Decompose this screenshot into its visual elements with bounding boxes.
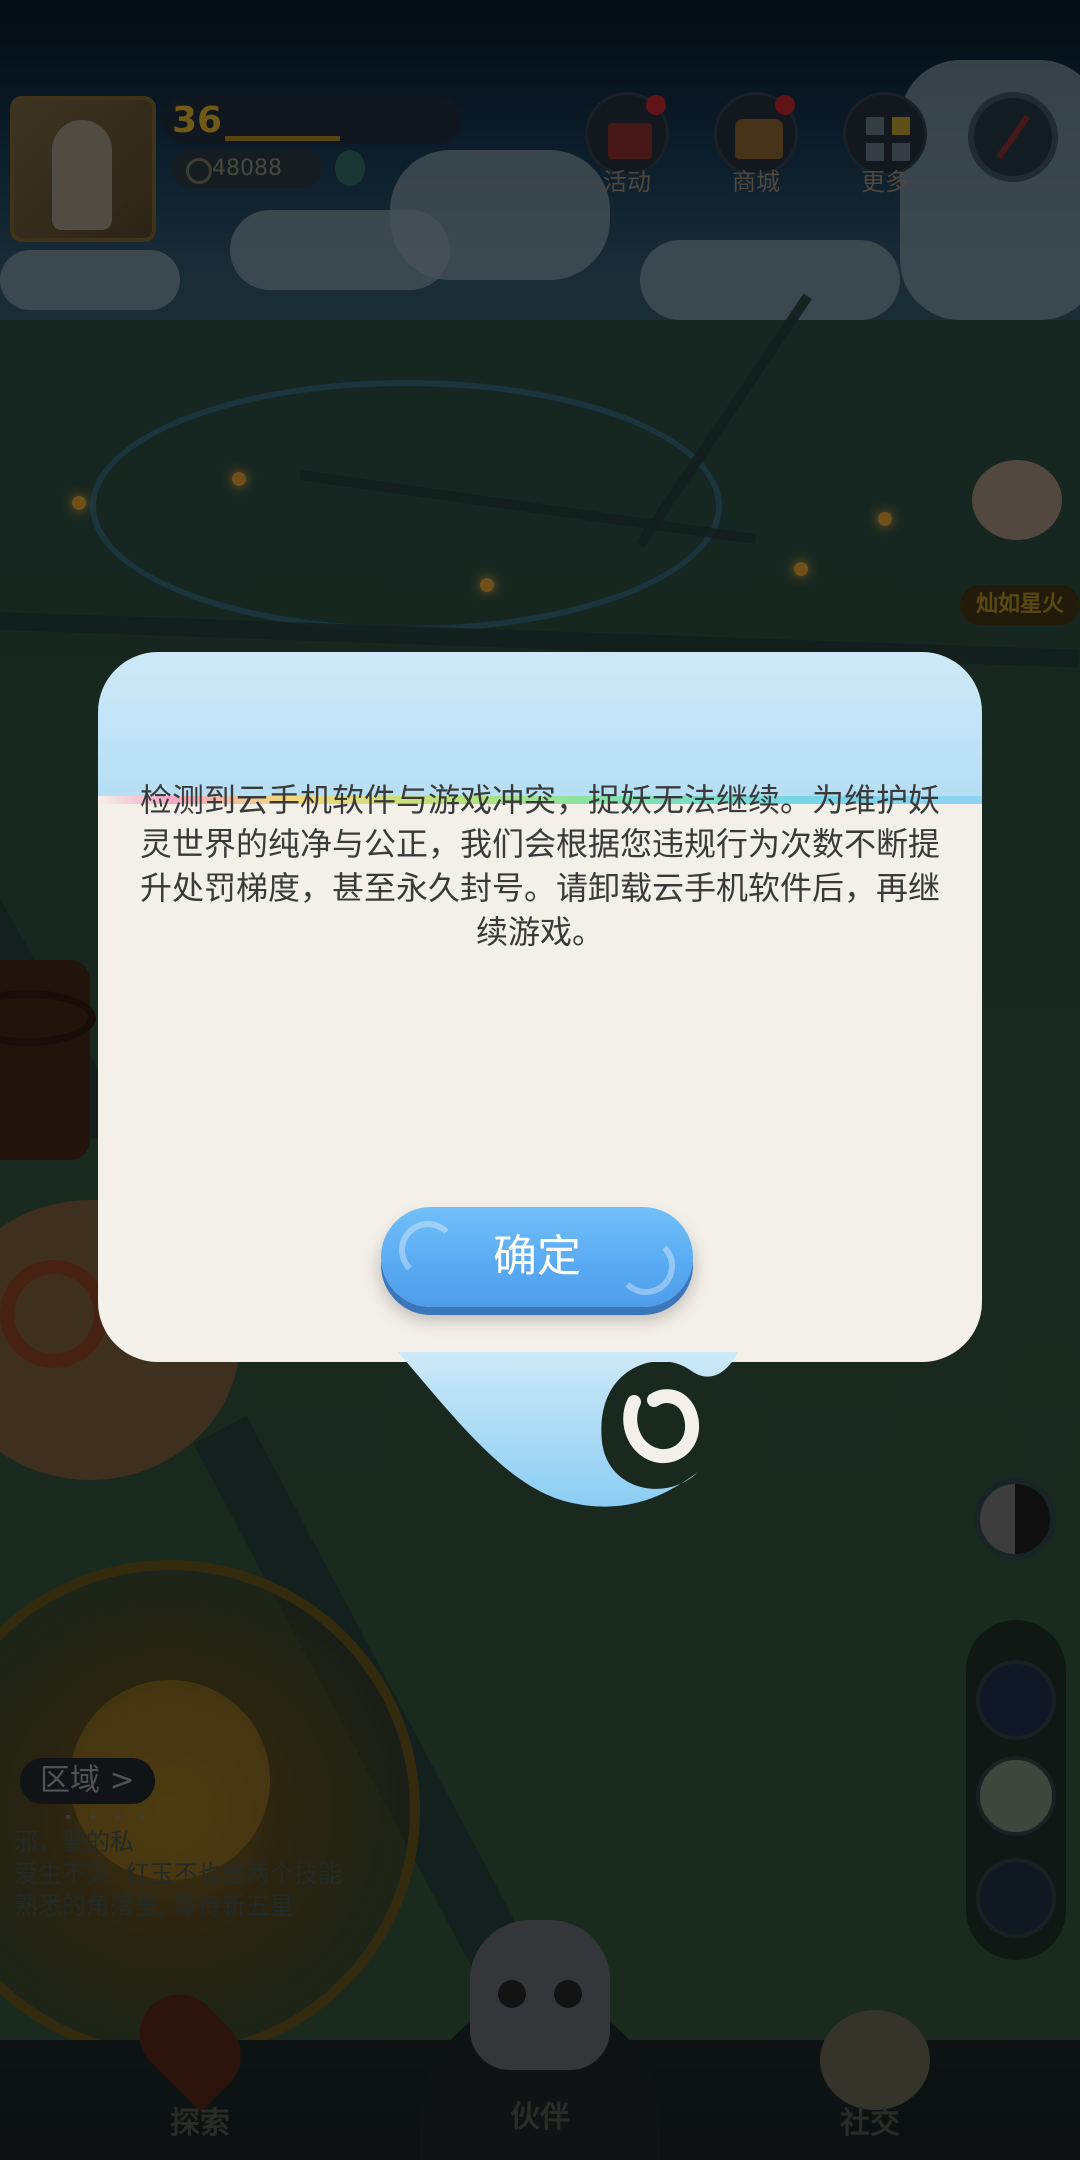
confirm-label: 确定 — [493, 1231, 581, 1282]
swirl-icon — [617, 1237, 675, 1295]
confirm-button[interactable]: 确定 — [381, 1207, 693, 1307]
dialog-message: 检测到云手机软件与游戏冲突，捉妖无法继续。为维护妖灵世界的纯净与公正，我们会根据… — [139, 781, 940, 951]
swirl-icon — [399, 1221, 457, 1279]
conflict-warning-dialog: 检测到云手机软件与游戏冲突，捉妖无法继续。为维护妖灵世界的纯净与公正，我们会根据… — [98, 652, 982, 1362]
dialog-speech-tail — [398, 1352, 738, 1507]
